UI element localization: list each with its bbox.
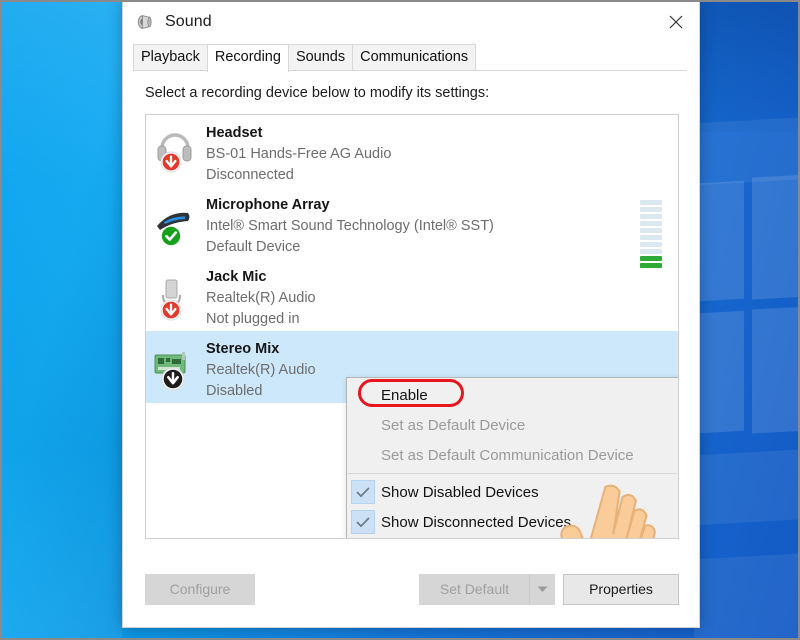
tab-communications[interactable]: Communications [352,44,477,71]
menu-item-enable[interactable]: Enable [347,380,678,410]
menu-separator [348,473,678,474]
wallpaper-band [694,552,800,640]
recording-device-list[interactable]: Headset BS-01 Hands-Free AG Audio Discon… [145,114,679,539]
tab-recording[interactable]: Recording [206,44,289,72]
level-meter [640,200,662,268]
device-row-jack-mic[interactable]: Jack Mic Realtek(R) Audio Not plugged in [146,259,678,331]
wallpaper-band [694,448,800,526]
tab-playback[interactable]: Playback [133,44,208,71]
device-description: Realtek(R) Audio [206,290,316,306]
device-info: Jack Mic Realtek(R) Audio Not plugged in [206,266,640,330]
tab-strip: Playback Recording Sounds Communications [123,44,699,72]
device-row-microphone-array[interactable]: Microphone Array Intel® Smart Sound Tech… [146,187,678,268]
windows-logo-pane [700,310,744,434]
properties-button[interactable]: Properties [563,573,679,605]
device-row-headset[interactable]: Headset BS-01 Hands-Free AG Audio Discon… [146,115,678,187]
device-description: Intel® Smart Sound Technology (Intel® SS… [206,218,494,234]
instruction-text: Select a recording device below to modif… [145,85,490,101]
set-default-split-button: Set Default [419,573,555,605]
desktop-background: Sound Playback Recording Sounds Communic… [0,0,800,640]
footer-right-group: Set Default Properties [419,573,679,605]
set-default-button: Set Default [419,573,529,605]
device-name: Headset [206,125,263,141]
close-icon[interactable] [653,0,699,44]
jack-mic-icon [152,266,202,322]
windows-logo-pane [752,174,800,300]
sound-card-icon [152,338,202,394]
dialog-footer: Configure Set Default Properties [123,561,699,627]
menu-item-show-disabled-devices[interactable]: Show Disabled Devices [347,477,678,507]
sound-dialog: Sound Playback Recording Sounds Communic… [122,0,700,628]
device-status: Not plugged in [206,311,300,327]
dialog-title-bar: Sound [123,0,699,44]
device-description: BS-01 Hands-Free AG Audio [206,146,392,162]
device-info: Microphone Array Intel® Smart Sound Tech… [206,194,640,258]
checkmark-icon [351,510,375,534]
configure-button: Configure [145,573,255,605]
menu-item-set-as-default-device: Set as Default Device [381,416,526,434]
desktop-left-glow [0,0,122,640]
dialog-title: Sound [165,13,212,30]
windows-logo-pane [700,180,744,302]
speaker-icon [137,15,152,29]
tab-sounds[interactable]: Sounds [287,44,354,71]
device-status: Default Device [206,239,301,255]
wallpaper-top-shade [694,0,800,132]
menu-item-label: Show Disabled Devices [381,483,539,501]
microphone-array-icon [152,194,202,250]
checkmark-icon [351,480,375,504]
menu-item-show-disconnected-devices[interactable]: Show Disconnected Devices [347,507,678,537]
windows-logo-pane [752,306,800,434]
device-name: Microphone Array [206,197,330,213]
headset-icon [152,122,202,178]
device-name: Jack Mic [206,269,267,285]
menu-item-set-as-default-communication-device: Set as Default Communication Device [381,446,634,464]
device-context-menu: Enable Set as Default Device Set as Defa… [346,377,678,538]
menu-item-label: Show Disconnected Devices [381,513,572,531]
dialog-body: Select a recording device below to modif… [123,71,699,561]
device-status: Disconnected [206,167,294,183]
chevron-down-icon[interactable] [529,573,555,605]
device-info: Headset BS-01 Hands-Free AG Audio Discon… [206,122,640,186]
wallpaper-band [694,116,800,186]
device-name: Stereo Mix [206,341,280,357]
